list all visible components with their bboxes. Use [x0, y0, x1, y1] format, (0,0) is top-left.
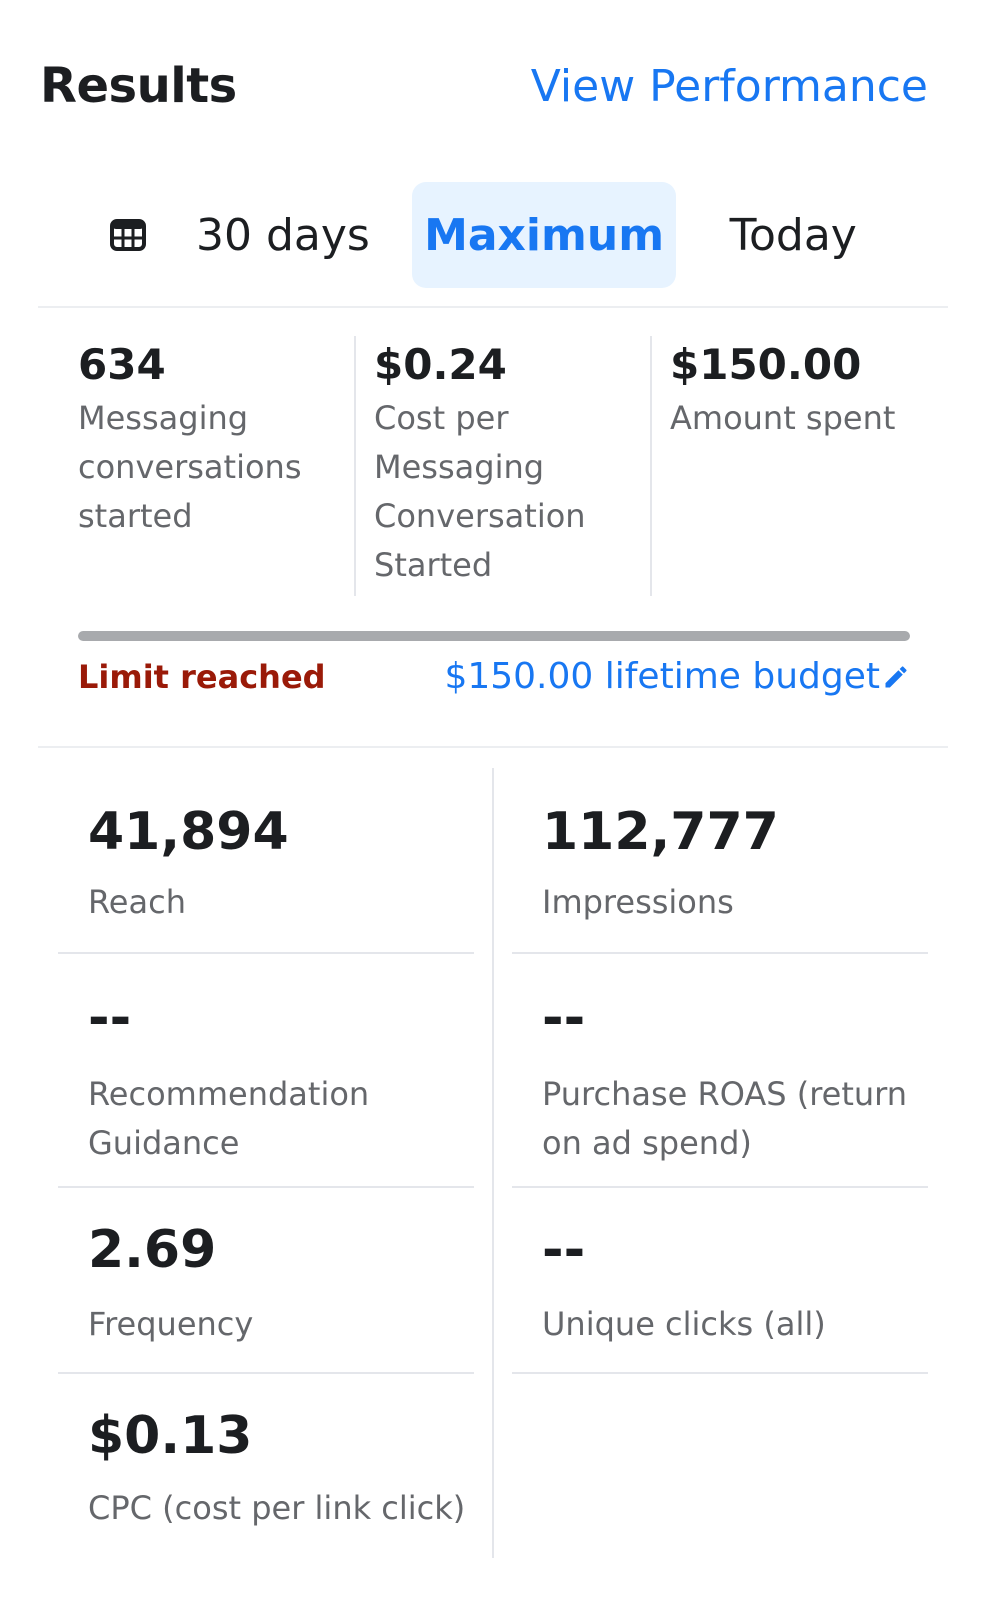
summary-label: Amount spent: [670, 399, 896, 437]
divider: [38, 746, 948, 748]
metric-cpc: $0.13 CPC (cost per link click): [58, 1404, 474, 1554]
summary-cost-per-conversation: $0.24 Cost per Messaging Conversation St…: [354, 336, 650, 596]
metric-value: 2.69: [88, 1220, 217, 1280]
metric-unique-clicks: -- Unique clicks (all): [512, 1218, 928, 1374]
metric-value: $0.13: [88, 1406, 253, 1466]
summary-value: $150.00: [670, 340, 862, 389]
budget-progress-fill: [78, 631, 910, 641]
range-label-today: Today: [729, 209, 857, 261]
summary-conversations: 634 Messaging conversations started: [38, 336, 354, 596]
summary-value: $0.24: [374, 340, 507, 389]
summary-value: 634: [78, 340, 166, 389]
metric-value: 41,894: [88, 802, 289, 862]
lifetime-budget-text: $150.00 lifetime budget: [444, 656, 880, 697]
summary-amount-spent: $150.00 Amount spent: [650, 336, 946, 596]
view-performance-link[interactable]: View Performance: [531, 61, 928, 112]
range-label-30-days: 30 days: [196, 209, 370, 261]
metric-value: --: [542, 988, 586, 1048]
metric-label: Purchase ROAS (return on ad spend): [542, 1075, 908, 1162]
metric-label: Impressions: [542, 883, 734, 921]
metric-purchase-roas: -- Purchase ROAS (return on ad spend): [512, 986, 928, 1188]
metric-label: CPC (cost per link click): [88, 1489, 466, 1527]
metric-label: Frequency: [88, 1305, 254, 1343]
metric-value: 112,777: [542, 802, 779, 862]
metric-value: --: [88, 988, 132, 1048]
summary-label: Messaging conversations started: [78, 399, 302, 535]
pencil-icon[interactable]: [882, 663, 910, 691]
budget-row: Limit reached $150.00 lifetime budget: [78, 656, 910, 697]
column-divider: [492, 768, 494, 1558]
metric-recommendation-guidance: -- Recommendation Guidance: [58, 986, 474, 1188]
metric-label: Unique clicks (all): [542, 1305, 826, 1343]
metric-label: Reach: [88, 883, 186, 921]
date-range-selector: 30 days Maximum Today: [90, 182, 910, 288]
summary-label: Cost per Messaging Conversation Started: [374, 399, 586, 584]
metric-value: --: [542, 1220, 586, 1280]
metric-frequency: 2.69 Frequency: [58, 1218, 474, 1374]
metric-impressions: 112,777 Impressions: [512, 800, 928, 954]
lifetime-budget-link[interactable]: $150.00 lifetime budget: [444, 656, 910, 697]
divider: [38, 306, 948, 308]
range-option-30-days[interactable]: 30 days: [90, 182, 412, 288]
page-title: Results: [40, 58, 237, 114]
budget-progress-bar: [78, 631, 910, 641]
range-option-today[interactable]: Today: [676, 182, 910, 288]
calendar-icon: [110, 219, 146, 251]
summary-stats: 634 Messaging conversations started $0.2…: [38, 336, 948, 596]
metric-reach: 41,894 Reach: [58, 800, 474, 954]
limit-reached-text: Limit reached: [78, 657, 326, 696]
results-header: Results View Performance: [40, 58, 928, 114]
range-option-maximum[interactable]: Maximum: [411, 182, 677, 288]
range-label-maximum: Maximum: [424, 209, 665, 261]
metric-label: Recommendation Guidance: [88, 1075, 370, 1162]
